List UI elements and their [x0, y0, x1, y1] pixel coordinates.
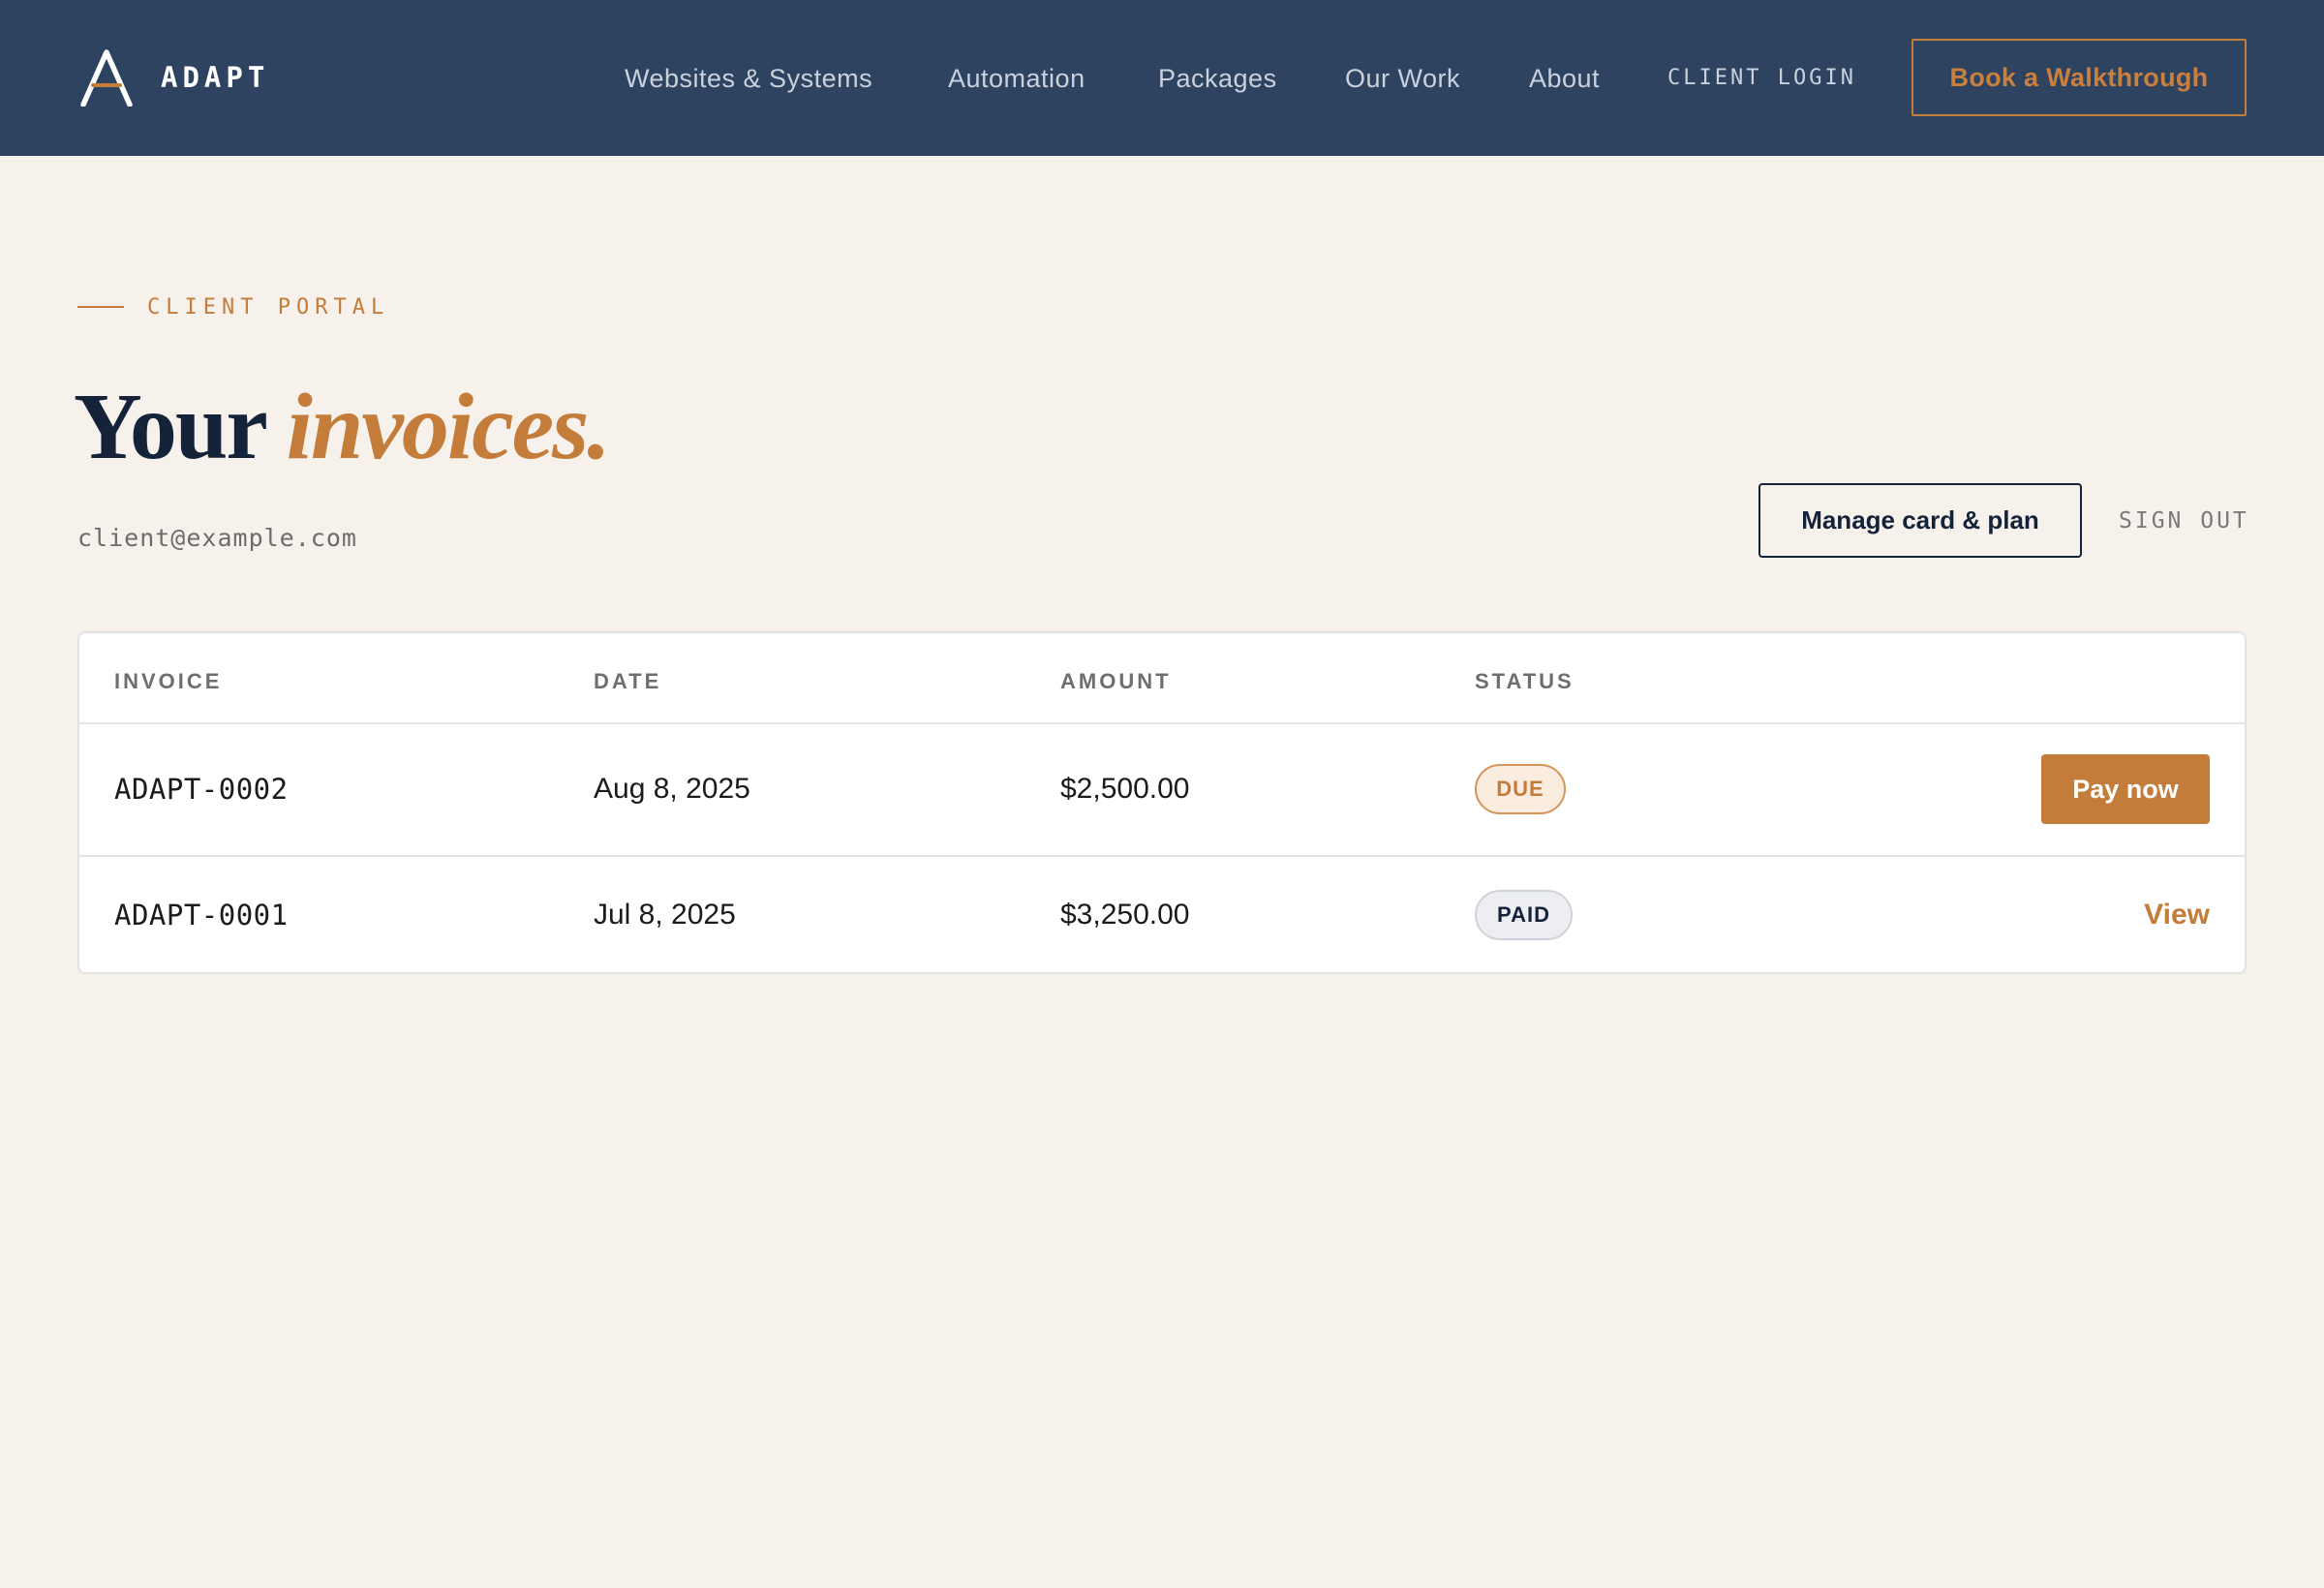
nav-link-automation[interactable]: Automation [948, 57, 1086, 100]
status-badge-paid: PAID [1475, 890, 1573, 940]
invoice-amount: $2,500.00 [1060, 773, 1190, 805]
top-navigation-bar: ADAPT Websites & Systems Automation Pack… [0, 0, 2324, 156]
adapt-a-logo-icon [80, 49, 133, 107]
table-row: ADAPT-0002 Aug 8, 2025 $2,500.00 DUE Pay… [79, 724, 2245, 855]
user-email: client@example.com [77, 524, 357, 552]
invoice-table: INVOICE DATE AMOUNT STATUS ADAPT-0002 Au… [77, 631, 2247, 974]
column-header-amount: AMOUNT [1060, 669, 1172, 693]
brand-logo-link[interactable]: ADAPT [77, 46, 269, 108]
pay-now-button[interactable]: Pay now [2041, 754, 2210, 824]
eyebrow-label: CLIENT PORTAL [147, 294, 390, 320]
page-title-main: Your [74, 375, 266, 479]
table-row: ADAPT-0001 Jul 8, 2025 $3,250.00 PAID Vi… [79, 857, 2245, 972]
page-title-accent: invoices. [286, 375, 611, 479]
manage-card-plan-button[interactable]: Manage card & plan [1758, 483, 2082, 558]
invoice-date: Jul 8, 2025 [594, 899, 736, 931]
view-invoice-link[interactable]: View [2144, 896, 2210, 934]
nav-link-our-work[interactable]: Our Work [1345, 57, 1460, 100]
page-title: Your invoices. [74, 374, 611, 480]
nav-link-about[interactable]: About [1529, 57, 1600, 100]
status-badge-due: DUE [1475, 764, 1566, 814]
invoice-number: ADAPT-0001 [114, 899, 289, 931]
nav-link-packages[interactable]: Packages [1158, 57, 1277, 100]
sign-out-link[interactable]: SIGN OUT [2119, 504, 2247, 538]
book-walkthrough-button[interactable]: Book a Walkthrough [1911, 39, 2247, 116]
column-header-date: DATE [594, 669, 662, 693]
invoice-date: Aug 8, 2025 [594, 773, 750, 805]
nav-link-websites-systems[interactable]: Websites & Systems [625, 57, 872, 100]
brand-name: ADAPT [161, 61, 270, 94]
nav-link-client-login[interactable]: CLIENT LOGIN [1667, 57, 1856, 100]
invoice-amount: $3,250.00 [1060, 899, 1190, 931]
section-eyebrow: CLIENT PORTAL [77, 290, 389, 323]
column-header-status: STATUS [1475, 669, 1575, 693]
column-header-invoice: INVOICE [114, 669, 223, 693]
eyebrow-rule [77, 306, 124, 308]
invoice-number: ADAPT-0002 [114, 773, 289, 806]
